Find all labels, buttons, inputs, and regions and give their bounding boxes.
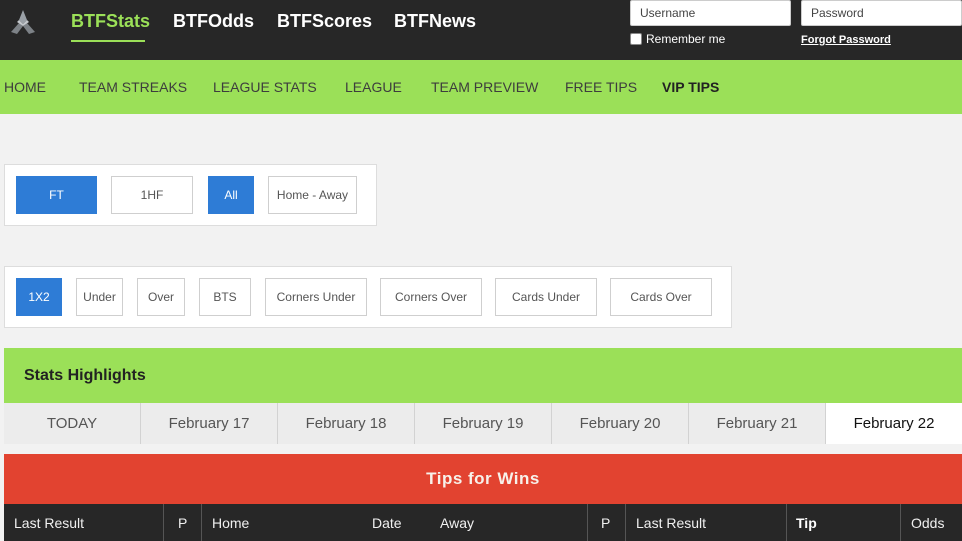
active-brand-underline: [71, 40, 145, 42]
col-p-home[interactable]: P: [178, 504, 187, 541]
brand-btfodds[interactable]: BTFOdds: [173, 11, 254, 32]
stats-highlights-title: Stats Highlights: [24, 367, 146, 384]
period-filter-group: FT 1HF All Home - Away: [4, 164, 377, 226]
date-tabs: TODAY February 17 February 18 February 1…: [4, 403, 962, 444]
col-last-result-home[interactable]: Last Result: [14, 504, 84, 541]
nav-league-stats[interactable]: LEAGUE STATS: [213, 79, 317, 95]
tab-february-22[interactable]: February 22: [826, 403, 962, 444]
nav-home[interactable]: HOME: [4, 79, 46, 95]
remember-label: Remember me: [646, 32, 726, 46]
filter-ft-button[interactable]: FT: [16, 176, 97, 214]
tab-february-21[interactable]: February 21: [689, 403, 826, 444]
stats-highlights-header: Stats Highlights: [4, 348, 962, 403]
top-bar: BTFStats BTFOdds BTFScores BTFNews Usern…: [0, 0, 962, 60]
nav-free-tips[interactable]: FREE TIPS: [565, 79, 637, 95]
col-away[interactable]: Away: [440, 504, 474, 541]
nav-team-preview[interactable]: TEAM PREVIEW: [431, 79, 538, 95]
nav-league[interactable]: LEAGUE: [345, 79, 402, 95]
brand-btfstats[interactable]: BTFStats: [71, 11, 150, 32]
brand-btfnews[interactable]: BTFNews: [394, 11, 476, 32]
tab-february-19[interactable]: February 19: [415, 403, 552, 444]
remember-me[interactable]: Remember me: [630, 32, 725, 46]
col-date[interactable]: Date: [372, 504, 402, 541]
market-over-button[interactable]: Over: [137, 278, 185, 316]
market-corners-over-button[interactable]: Corners Over: [380, 278, 482, 316]
remember-checkbox[interactable]: [630, 33, 642, 45]
col-last-result-away[interactable]: Last Result: [636, 504, 706, 541]
tab-february-18[interactable]: February 18: [278, 403, 415, 444]
tab-today[interactable]: TODAY: [4, 403, 141, 444]
forgot-password-link[interactable]: Forgot Password: [801, 34, 891, 46]
password-input[interactable]: Password: [801, 0, 962, 26]
brand-btfscores[interactable]: BTFScores: [277, 11, 372, 32]
col-tip[interactable]: Tip: [796, 504, 817, 541]
filter-home-away-button[interactable]: Home - Away: [268, 176, 357, 214]
filter-all-button[interactable]: All: [208, 176, 254, 214]
market-filter-group: 1X2 Under Over BTS Corners Under Corners…: [4, 266, 732, 328]
btf-logo-icon[interactable]: [7, 8, 39, 36]
col-odds[interactable]: Odds: [911, 504, 944, 541]
col-home[interactable]: Home: [212, 504, 249, 541]
market-bts-button[interactable]: BTS: [199, 278, 251, 316]
market-under-button[interactable]: Under: [76, 278, 123, 316]
tips-table-header: Last Result P Home Date Away P Last Resu…: [4, 504, 962, 541]
filter-1hf-button[interactable]: 1HF: [111, 176, 193, 214]
tips-for-wins-banner: Tips for Wins: [4, 454, 962, 504]
tips-for-wins-title: Tips for Wins: [426, 469, 540, 488]
tab-february-20[interactable]: February 20: [552, 403, 689, 444]
market-corners-under-button[interactable]: Corners Under: [265, 278, 367, 316]
market-cards-under-button[interactable]: Cards Under: [495, 278, 597, 316]
tab-february-17[interactable]: February 17: [141, 403, 278, 444]
market-1x2-button[interactable]: 1X2: [16, 278, 62, 316]
main-nav: HOME TEAM STREAKS LEAGUE STATS LEAGUE TE…: [0, 60, 962, 114]
username-input[interactable]: Username: [630, 0, 791, 26]
nav-team-streaks[interactable]: TEAM STREAKS: [79, 79, 187, 95]
col-p-away[interactable]: P: [601, 504, 610, 541]
nav-vip-tips[interactable]: VIP TIPS: [662, 79, 719, 95]
market-cards-over-button[interactable]: Cards Over: [610, 278, 712, 316]
